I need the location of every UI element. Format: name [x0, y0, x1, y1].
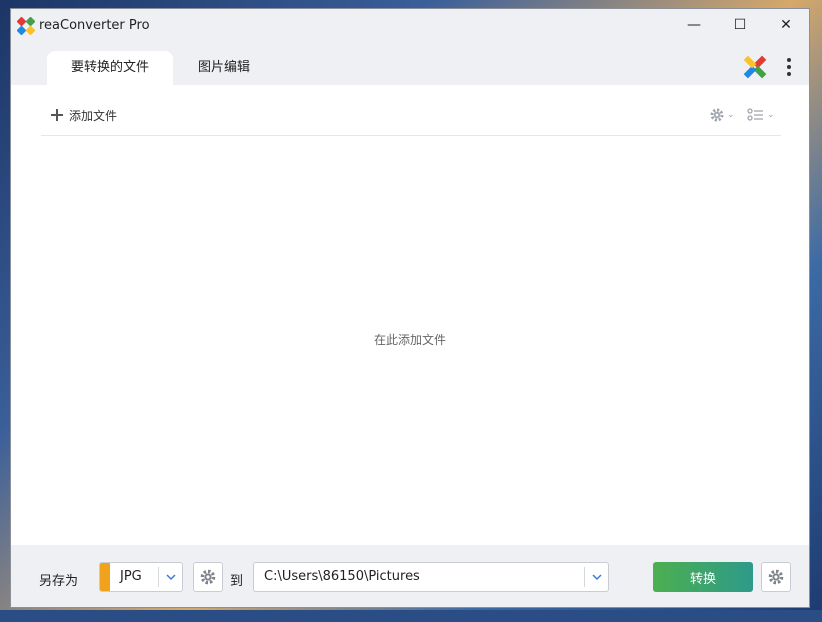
- file-toolbar: 添加文件 ⌄ ⌄: [41, 99, 781, 136]
- select-divider: [158, 567, 159, 587]
- chevron-down-icon: [166, 574, 176, 581]
- minimize-button[interactable]: —: [671, 9, 717, 41]
- output-format-value: JPG: [120, 569, 142, 584]
- output-format-select[interactable]: JPG: [99, 562, 183, 592]
- title-bar: reaConverter Pro — ☐ ✕: [11, 9, 809, 43]
- reaconverter-logo-icon[interactable]: [741, 53, 769, 81]
- gear-icon: [200, 569, 216, 585]
- format-settings-button[interactable]: [193, 562, 223, 592]
- convert-button[interactable]: 转换: [653, 562, 753, 592]
- output-folder-path: C:\Users\86150\Pictures: [264, 569, 420, 584]
- chevron-down-icon: ⌄: [767, 110, 775, 120]
- format-color-accent: [100, 563, 110, 591]
- maximize-button[interactable]: ☐: [717, 9, 763, 41]
- close-icon: ✕: [780, 17, 792, 33]
- select-divider: [584, 567, 585, 587]
- minimize-icon: —: [687, 17, 701, 33]
- output-settings-bar: 另存为 JPG 到 C:\Users\86150\Pictures 转换: [11, 545, 809, 607]
- chevron-down-icon: [592, 574, 602, 581]
- gear-icon: [710, 108, 724, 122]
- save-as-label: 另存为: [39, 574, 79, 589]
- plus-icon: [51, 109, 63, 121]
- app-logo-icon: [17, 17, 35, 35]
- output-folder-select[interactable]: C:\Users\86150\Pictures: [253, 562, 609, 592]
- destination-label: 到: [230, 574, 244, 589]
- tab-bar: 要转换的文件 图片编辑: [11, 43, 809, 85]
- chevron-down-icon: ⌄: [727, 110, 735, 120]
- app-window: reaConverter Pro — ☐ ✕ 要转换的文件 图片编辑 添加文件 …: [10, 8, 810, 608]
- close-button[interactable]: ✕: [763, 9, 809, 41]
- add-file-label: 添加文件: [69, 108, 118, 123]
- tab-files-to-convert[interactable]: 要转换的文件: [47, 51, 173, 85]
- gear-icon: [768, 569, 784, 585]
- maximize-icon: ☐: [733, 17, 747, 33]
- add-file-button[interactable]: 添加文件: [51, 105, 117, 125]
- list-view-icon: [747, 108, 763, 121]
- tab-image-editing[interactable]: 图片编辑: [179, 51, 269, 85]
- desktop-background: [0, 610, 822, 622]
- window-title: reaConverter Pro: [39, 18, 150, 33]
- more-options-icon[interactable]: [781, 55, 797, 79]
- view-options-button[interactable]: ⌄: [747, 105, 775, 125]
- general-settings-button[interactable]: [761, 562, 791, 592]
- settings-dropdown-button[interactable]: ⌄: [709, 105, 735, 125]
- drop-area-hint: 在此添加文件: [373, 333, 446, 347]
